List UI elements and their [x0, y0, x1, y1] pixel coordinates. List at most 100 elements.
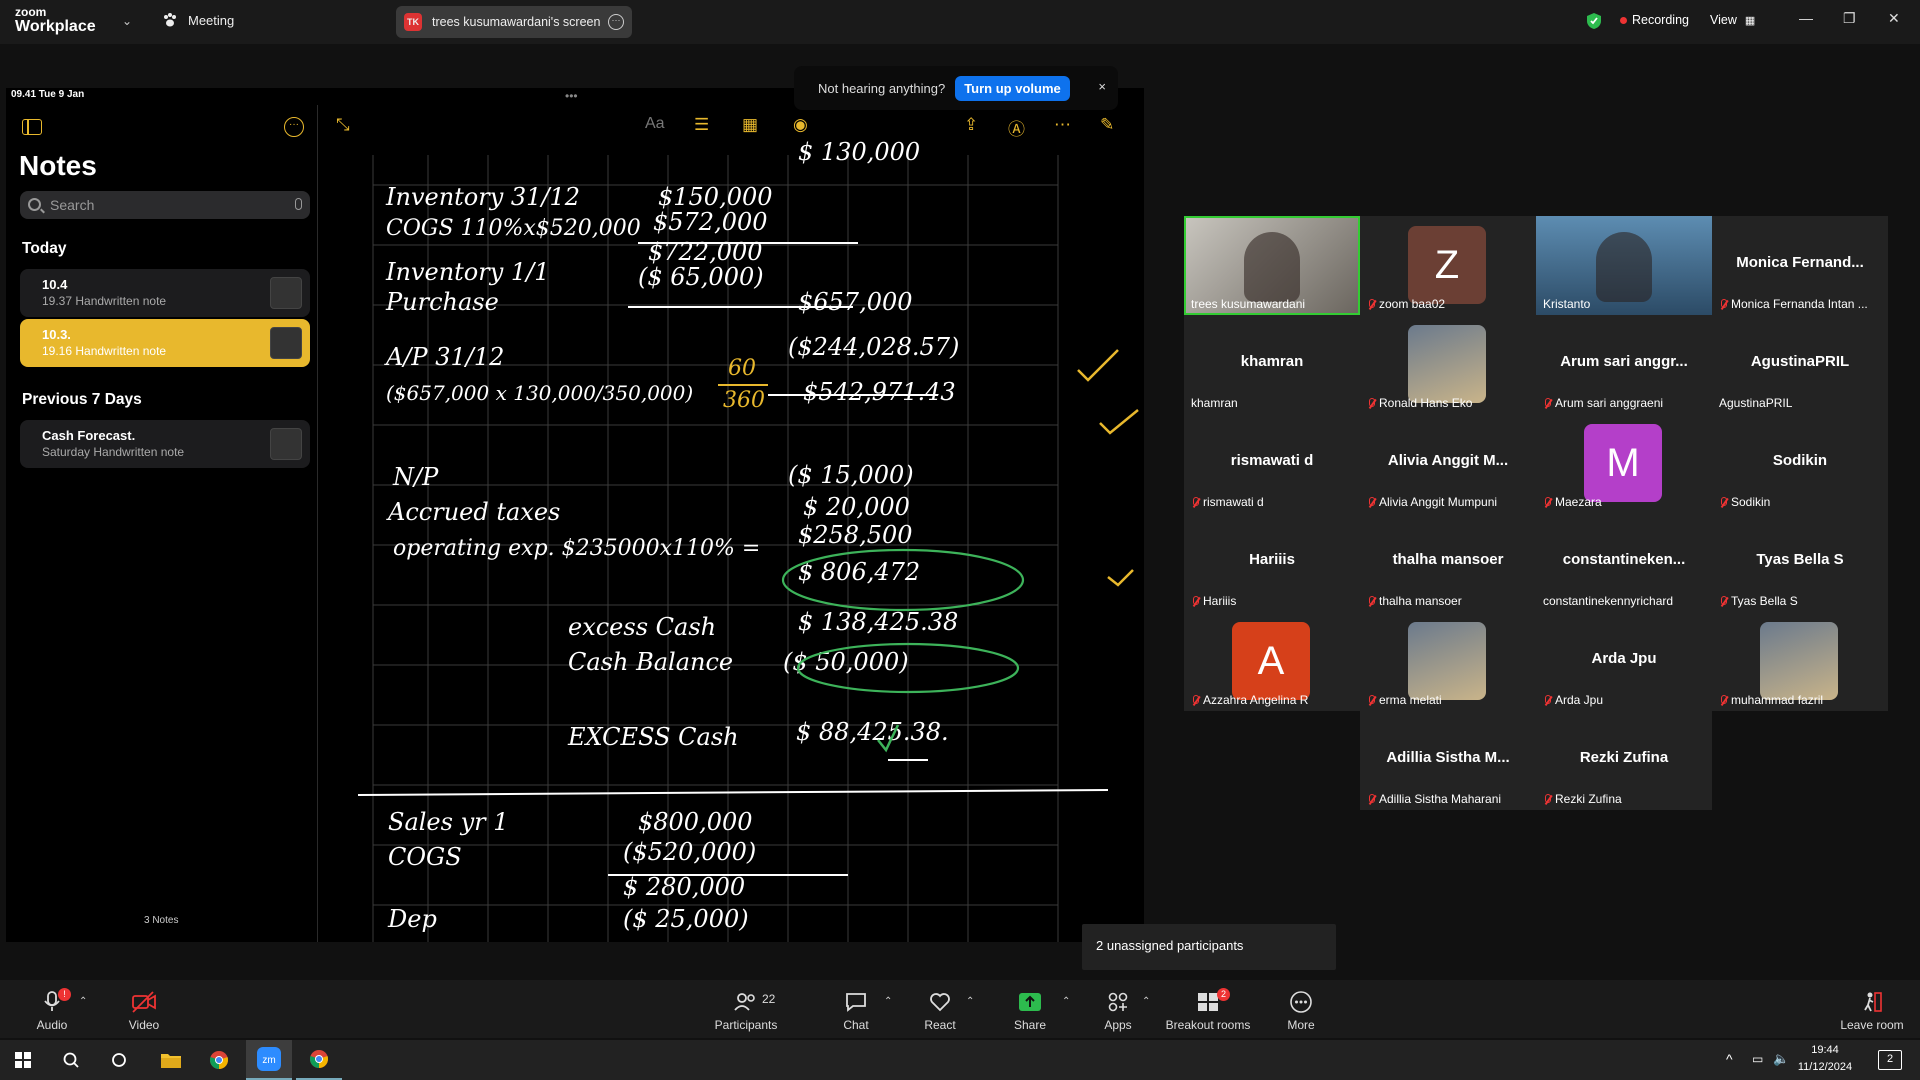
participant-tile[interactable]: Kristanto — [1536, 216, 1712, 315]
muted-mic-icon — [1719, 496, 1728, 508]
more-icon[interactable]: ··· — [284, 117, 304, 137]
participant-tile[interactable]: A Azzahra Angelina R — [1184, 612, 1360, 711]
sidebar-toggle-icon[interactable] — [22, 119, 42, 135]
more-icon[interactable]: ··· — [608, 14, 624, 30]
participant-video — [1244, 232, 1300, 302]
audio-caret-icon[interactable]: ⌃ — [79, 996, 87, 1007]
chevron-up-icon[interactable]: ^ — [1726, 1051, 1733, 1067]
audio-button[interactable]: Audio ! — [12, 980, 92, 1038]
breakout-rooms-label: Breakout rooms — [1165, 1018, 1251, 1032]
chevron-down-icon[interactable]: ⌄ — [122, 14, 132, 28]
search-input[interactable]: Search — [20, 191, 310, 219]
shared-screen-tab[interactable]: TK trees kusumawardani's screen ··· — [396, 6, 632, 38]
react-caret-icon[interactable]: ⌃ — [966, 996, 974, 1007]
video-button[interactable]: Video — [104, 980, 184, 1038]
chat-button[interactable]: Chat — [816, 980, 896, 1038]
apps-label: Apps — [1104, 1018, 1132, 1032]
participant-tile[interactable]: Ronald Hans Eko — [1360, 315, 1536, 414]
file-explorer-icon[interactable] — [148, 1040, 194, 1080]
meeting-tab[interactable]: Meeting — [162, 12, 234, 28]
zoom-taskbar-icon[interactable]: zm — [246, 1040, 292, 1080]
hw-34: ($ 25,000) — [623, 905, 749, 933]
chat-caret-icon[interactable]: ⌃ — [884, 996, 892, 1007]
hw-31: ($520,000) — [623, 838, 756, 866]
participant-tile[interactable]: Hariiis Hariiis — [1184, 513, 1360, 612]
participant-tile[interactable]: Tyas Bella S Tyas Bella S — [1712, 513, 1888, 612]
apps-icon — [1108, 992, 1128, 1012]
hw-16: Accrued taxes — [386, 498, 560, 526]
close-icon[interactable]: ✕ — [1888, 10, 1900, 27]
close-icon[interactable]: × — [1098, 79, 1106, 94]
note-canvas[interactable]: ⤡ Aa ☰ ▦ ◉ ⇪ Ⓐ ⋯ ✎ Inventory 31/12 COGS … — [318, 105, 1144, 942]
participant-tile[interactable]: thalha mansoer thalha mansoer — [1360, 513, 1536, 612]
recording-indicator[interactable]: Recording — [1620, 13, 1689, 27]
note-title: 10.3. — [42, 327, 71, 342]
participant-label: trees kusumawardani — [1191, 297, 1305, 311]
more-button[interactable]: More — [1261, 980, 1341, 1038]
search-icon[interactable] — [48, 1040, 94, 1080]
participants-icon — [734, 993, 755, 1011]
audio-alert-badge: ! — [58, 988, 71, 1001]
chrome-active-icon[interactable] — [296, 1040, 342, 1080]
participants-count: 22 — [762, 992, 776, 1006]
participant-tile[interactable]: M Maezara — [1536, 414, 1712, 513]
participant-tile[interactable]: rismawati d rismawati d — [1184, 414, 1360, 513]
restore-icon[interactable]: ❐ — [1843, 10, 1856, 27]
notes-count: 3 Notes — [144, 915, 179, 926]
apps-caret-icon[interactable]: ⌃ — [1142, 996, 1150, 1007]
participant-tile[interactable]: Alivia Anggit M... Alivia Anggit Mumpuni — [1360, 414, 1536, 513]
note-item[interactable]: Cash Forecast. Saturday Handwritten note — [20, 420, 310, 468]
windows-start-icon[interactable] — [0, 1040, 46, 1080]
turn-up-volume-button[interactable]: Turn up volume — [955, 75, 1070, 101]
participant-label: khamran — [1191, 396, 1238, 410]
participant-label-text: zoom baa02 — [1379, 297, 1446, 311]
share-button[interactable]: Share — [990, 980, 1070, 1038]
shield-icon[interactable] — [1586, 12, 1602, 30]
participant-label: zoom baa02 — [1367, 297, 1445, 311]
participant-tile[interactable]: Rezki Zufina Rezki Zufina — [1536, 711, 1712, 810]
muted-mic-icon — [1543, 694, 1552, 706]
network-icon[interactable]: ▭ — [1752, 1052, 1763, 1066]
participant-label: constantinekennyrichard — [1543, 594, 1673, 608]
clock[interactable]: 19:44 11/12/2024 — [1790, 1042, 1860, 1076]
more-icon — [1290, 991, 1312, 1013]
chrome-icon[interactable] — [196, 1040, 242, 1080]
share-caret-icon[interactable]: ⌃ — [1062, 996, 1070, 1007]
participant-label: Alivia Anggit Mumpuni — [1367, 495, 1497, 509]
notification-icon[interactable]: 2 — [1878, 1050, 1902, 1070]
participant-name: khamran — [1240, 353, 1304, 370]
participant-tile[interactable]: muhammad fazril — [1712, 612, 1888, 711]
breakout-rooms-button[interactable]: Breakout rooms 2 — [1160, 980, 1256, 1038]
volume-icon[interactable]: 🔈 — [1773, 1051, 1789, 1067]
leave-room-button[interactable]: Leave room — [1830, 980, 1914, 1038]
cortana-icon[interactable] — [96, 1040, 142, 1080]
participant-tile[interactable]: constantineken... constantinekennyrichard — [1536, 513, 1712, 612]
note-item-selected[interactable]: 10.3. 19.16 Handwritten note — [20, 319, 310, 367]
participant-tile[interactable]: Arda Jpu Arda Jpu — [1536, 612, 1712, 711]
participant-name: rismawati d — [1230, 452, 1314, 469]
hw-26: EXCESS Cash — [567, 723, 739, 751]
participant-tile[interactable]: khamran khamran — [1184, 315, 1360, 414]
participant-tile[interactable]: Sodikin Sodikin — [1712, 414, 1888, 513]
participant-tile[interactable]: Arum sari anggr... Arum sari anggraeni — [1536, 315, 1712, 414]
minimize-icon[interactable]: — — [1799, 10, 1813, 26]
participant-label-text: Rezki Zufina — [1555, 792, 1622, 806]
microphone-icon[interactable] — [295, 198, 302, 210]
participant-name: AgustinaPRIL — [1750, 353, 1850, 370]
note-item[interactable]: 10.4 19.37 Handwritten note — [20, 269, 310, 317]
apps-button[interactable]: Apps — [1078, 980, 1158, 1038]
participant-tile[interactable]: erma melati — [1360, 612, 1536, 711]
participant-tile[interactable]: trees kusumawardani — [1184, 216, 1360, 315]
participants-button[interactable]: Participants 22 — [706, 980, 786, 1038]
note-subtitle: 19.37 Handwritten note — [42, 294, 167, 308]
react-button[interactable]: React — [900, 980, 980, 1038]
leave-icon — [1864, 992, 1882, 1012]
muted-mic-icon — [1543, 793, 1552, 805]
participant-tile[interactable]: Monica Fernand... Monica Fernanda Intan .… — [1712, 216, 1888, 315]
participant-tile[interactable]: Zzoom baa02 — [1360, 216, 1536, 315]
participant-avatar: Z — [1408, 226, 1486, 304]
muted-mic-icon — [1719, 694, 1728, 706]
view-button[interactable]: View ▦ — [1710, 13, 1755, 27]
participant-tile[interactable]: Adillia Sistha M... Adillia Sistha Mahara… — [1360, 711, 1536, 810]
participant-tile[interactable]: AgustinaPRIL AgustinaPRIL — [1712, 315, 1888, 414]
